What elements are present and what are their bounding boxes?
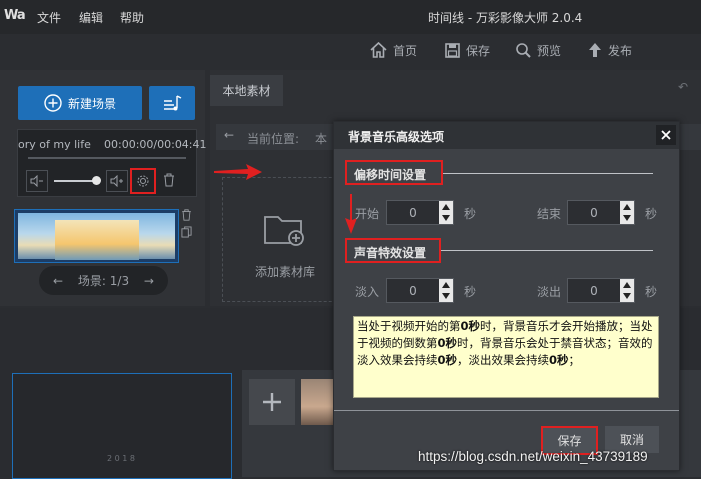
add-library-label: 添加素材库: [255, 265, 316, 279]
stepper-up-icon[interactable]: [623, 203, 631, 210]
delete-scene-button[interactable]: [181, 209, 192, 224]
timeline-thumb-text: 2 0 1 8: [107, 454, 135, 463]
clip-thumbnail[interactable]: [301, 379, 333, 425]
volume-down-button[interactable]: [26, 170, 48, 192]
fadein-unit: 秒: [464, 285, 477, 299]
location-value: 本: [315, 132, 328, 146]
fadeout-unit: 秒: [645, 285, 658, 299]
watermark: https://blog.csdn.net/weixin_43739189: [418, 449, 648, 464]
home-label: 首页: [393, 43, 418, 58]
tab-local-materials[interactable]: 本地素材: [210, 75, 283, 106]
menu-help[interactable]: 帮助: [120, 9, 144, 26]
plus-circle-icon: [44, 94, 62, 112]
dialog-header: 背景音乐高级选项: [334, 122, 679, 149]
back-arrow-icon[interactable]: ↶: [678, 80, 688, 94]
footer-divider: [334, 410, 679, 411]
music-settings-button[interactable]: [130, 168, 156, 194]
trash-icon: [182, 209, 191, 221]
save-icon: [445, 42, 460, 58]
scene-thumbnail-inner: [55, 220, 139, 260]
home-button[interactable]: 首页: [370, 40, 417, 60]
location-label: 当前位置:: [247, 132, 300, 146]
bgm-advanced-dialog: 背景音乐高级选项 偏移时间设置 开始 0 秒 结束 0 秒 声音特效设置 淡入 …: [333, 121, 680, 471]
title-bar: Wa 文件 编辑 帮助 时间线 - 万彩影像大师 2.0.4: [0, 0, 701, 34]
info-note: 当处于视频开始的第0秒时，背景音乐才会开始播放；当处于视频的倒数第0秒时，背景音…: [353, 316, 659, 398]
preview-label: 预览: [537, 43, 562, 58]
start-stepper[interactable]: 0: [386, 200, 454, 225]
location-back-icon[interactable]: ←: [224, 128, 234, 142]
stepper-up-icon[interactable]: [442, 203, 450, 210]
window-title: 时间线 - 万彩影像大师 2.0.4: [428, 11, 583, 25]
track-time: 00:00:00/00:04:41: [104, 138, 207, 151]
section-divider: [441, 250, 653, 251]
scene-pager: ← 场景: 1/3 →: [39, 266, 168, 295]
timeline-scene-thumbnail[interactable]: 2 0 1 8: [12, 373, 232, 479]
end-value[interactable]: 0: [568, 206, 620, 220]
fadein-stepper[interactable]: 0: [386, 278, 454, 303]
folder-add-icon: [264, 216, 304, 246]
copy-scene-button[interactable]: [181, 226, 192, 241]
start-label: 开始: [355, 207, 380, 221]
track-name: ory of my life: [18, 138, 91, 151]
preview-icon: [516, 43, 531, 58]
effect-section-title: 声音特效设置: [354, 246, 427, 260]
track-progress[interactable]: [28, 157, 186, 159]
trash-icon: [164, 173, 174, 187]
volume-up-icon: [110, 175, 123, 187]
section-divider: [443, 173, 653, 174]
app-logo: Wa: [4, 8, 26, 23]
publish-label: 发布: [608, 43, 633, 58]
preview-button[interactable]: 预览: [515, 40, 561, 60]
menu-edit[interactable]: 编辑: [79, 9, 103, 26]
dialog-close-button[interactable]: [656, 125, 676, 145]
fadeout-stepper[interactable]: 0: [567, 278, 635, 303]
upload-arrow-icon: [589, 43, 601, 57]
next-scene-arrow-icon[interactable]: →: [144, 274, 154, 288]
stepper-down-icon[interactable]: [442, 293, 450, 300]
home-icon: [370, 42, 387, 58]
gear-icon: [137, 175, 149, 187]
close-icon: [661, 130, 671, 140]
stepper-down-icon[interactable]: [623, 293, 631, 300]
fadein-label: 淡入: [355, 285, 380, 299]
fadeout-label: 淡出: [537, 285, 562, 299]
end-label: 结束: [537, 207, 562, 221]
volume-down-icon: [30, 175, 43, 187]
stepper-up-icon[interactable]: [442, 281, 450, 288]
fadeout-value[interactable]: 0: [568, 284, 620, 298]
stepper-down-icon[interactable]: [623, 215, 631, 222]
fadein-value[interactable]: 0: [387, 284, 439, 298]
new-scene-label: 新建场景: [67, 96, 116, 111]
annotation-arrow-icon: [214, 164, 262, 180]
menu-file[interactable]: 文件: [37, 9, 61, 26]
save-toolbar-button[interactable]: 保存: [445, 40, 490, 60]
music-button[interactable]: [149, 86, 195, 120]
dialog-title: 背景音乐高级选项: [348, 130, 445, 144]
volume-slider-handle[interactable]: [92, 176, 101, 185]
plus-icon: [263, 393, 281, 411]
volume-up-button[interactable]: [106, 170, 128, 192]
save-toolbar-label: 保存: [466, 43, 491, 58]
add-library-tile[interactable]: 添加素材库: [222, 177, 347, 302]
stepper-up-icon[interactable]: [623, 281, 631, 288]
delete-track-button[interactable]: [163, 173, 175, 190]
end-unit: 秒: [645, 207, 658, 221]
start-value[interactable]: 0: [387, 206, 439, 220]
publish-button[interactable]: 发布: [588, 40, 632, 60]
start-unit: 秒: [464, 207, 477, 221]
prev-scene-arrow-icon[interactable]: ←: [53, 274, 63, 288]
stepper-down-icon[interactable]: [442, 215, 450, 222]
scene-counter: 场景: 1/3: [77, 274, 130, 288]
music-track-box: ory of my life 00:00:00/00:04:41: [17, 129, 207, 197]
scene-thumbnail[interactable]: [14, 209, 179, 263]
offset-section-title: 偏移时间设置: [354, 168, 427, 182]
copy-icon: [181, 226, 192, 238]
end-stepper[interactable]: 0: [567, 200, 635, 225]
music-list-icon: [164, 95, 182, 111]
volume-slider[interactable]: [54, 180, 96, 182]
new-scene-button[interactable]: 新建场景: [18, 86, 142, 120]
add-clip-button[interactable]: [249, 379, 295, 425]
